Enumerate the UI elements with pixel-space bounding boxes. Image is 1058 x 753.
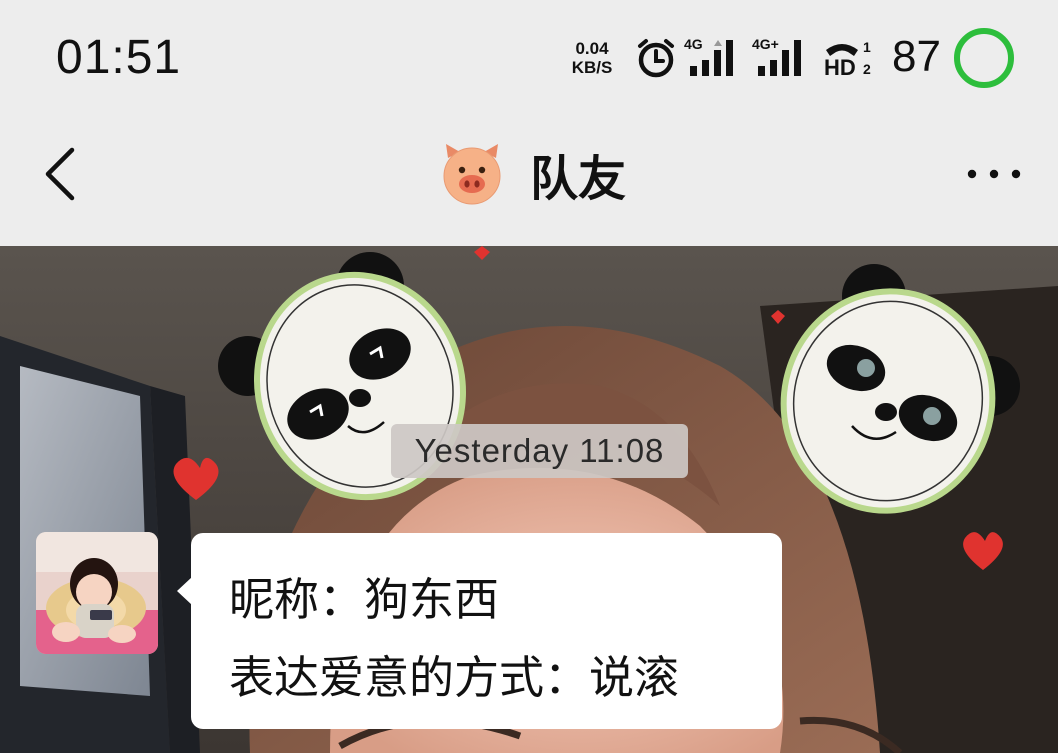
sender-avatar[interactable] (36, 532, 158, 654)
chevron-left-icon (45, 147, 75, 201)
message-line: 表达爱意的方式：说滚 (229, 651, 680, 704)
chat-title: 队友 (440, 142, 627, 207)
chat-screen: 01:51 0.04 KB/S 4G 4G+ 1 2 HD 87 队友 Yest… (0, 0, 1058, 753)
network-speed-unit: KB/S (571, 58, 613, 77)
pig-face-emoji-icon (443, 144, 501, 205)
svg-text:2: 2 (863, 61, 871, 77)
signal-4g-plus-icon: 4G+ (752, 36, 810, 78)
signal-4g-icon: 4G (684, 36, 742, 78)
title-bar: 队友 (0, 116, 1058, 246)
status-bar: 01:51 0.04 KB/S 4G 4G+ 1 2 HD 87 (0, 0, 1058, 116)
message-timestamp: Yesterday 11:08 (391, 424, 688, 478)
back-button[interactable] (32, 142, 92, 206)
chat-title-text: 队友 (530, 151, 627, 207)
baby-avatar (36, 532, 158, 654)
status-time: 01:51 (56, 31, 182, 84)
message-bubble-tail (177, 577, 192, 605)
battery-ring-icon (954, 28, 1014, 88)
message-bubble[interactable]: 昵称：狗东西 表达爱意的方式：说滚 (177, 533, 782, 729)
alarm-icon (638, 39, 674, 78)
hd-label: HD (824, 55, 856, 80)
more-dots-icon (967, 169, 1021, 179)
message-line: 昵称：狗东西 (229, 573, 500, 626)
svg-text:1: 1 (863, 39, 871, 55)
battery-level: 87 (892, 32, 941, 81)
network-speed: 0.04 KB/S (567, 39, 617, 77)
chat-background: Yesterday 11:08 昵称：狗东西 表达爱意的方式：说滚 (0, 246, 1058, 753)
hd-call-icon: 1 2 HD (822, 36, 878, 80)
network-speed-value: 0.04 (575, 39, 609, 58)
more-options-button[interactable] (960, 152, 1028, 196)
